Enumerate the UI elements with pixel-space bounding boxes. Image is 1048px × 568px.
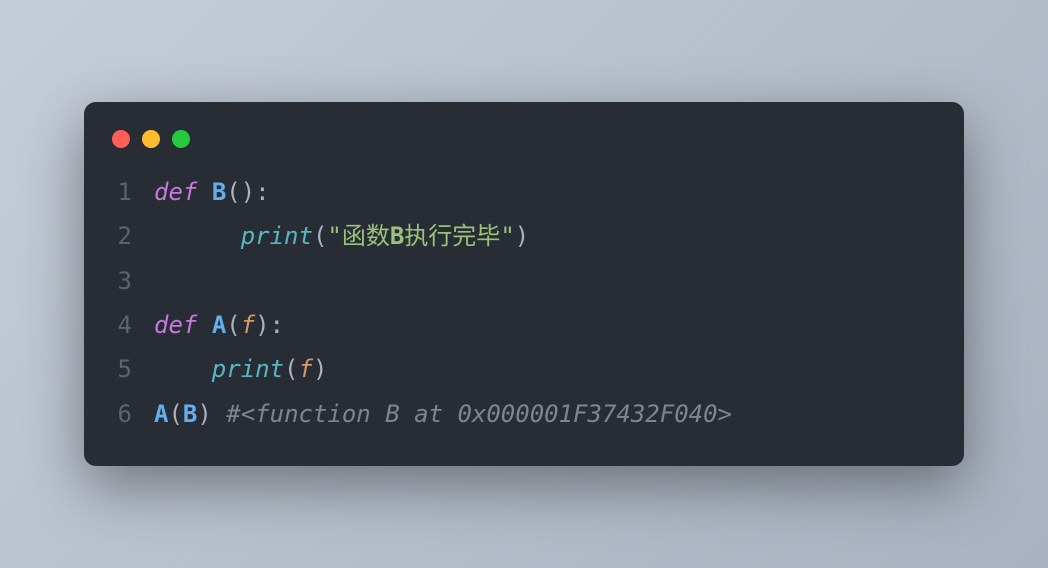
function-call-token: A <box>154 400 168 428</box>
code-content: def B(): <box>154 170 270 214</box>
builtin-token: print <box>241 222 313 250</box>
punctuation-token: ( <box>226 311 240 339</box>
line-number: 4 <box>112 303 154 347</box>
function-name-token: B <box>212 178 226 206</box>
string-token: " <box>327 222 341 250</box>
line-number: 2 <box>112 214 154 258</box>
minimize-icon[interactable] <box>142 130 160 148</box>
keyword-token: def <box>154 311 197 339</box>
close-icon[interactable] <box>112 130 130 148</box>
string-token: 执行完毕 <box>404 222 500 250</box>
code-content: def A(f): <box>154 303 284 347</box>
maximize-icon[interactable] <box>172 130 190 148</box>
line-number: 6 <box>112 392 154 436</box>
keyword-token: def <box>154 178 197 206</box>
window-titlebar <box>84 126 964 170</box>
string-token: B <box>390 222 404 250</box>
code-editor[interactable]: 1 def B(): 2 print("函数B执行完毕") 3 4 def A(… <box>84 170 964 436</box>
argument-token: B <box>183 400 197 428</box>
code-line: 4 def A(f): <box>112 303 936 347</box>
punctuation-token: ( <box>168 400 182 428</box>
code-line: 3 <box>112 259 936 303</box>
punctuation-token: ( <box>284 355 298 383</box>
builtin-token: print <box>212 355 284 383</box>
comment-token: #<function B at 0x000001F37432F040> <box>226 400 732 428</box>
punctuation-token: ) <box>515 222 529 250</box>
parameter-token: f <box>299 355 313 383</box>
code-line: 5 print(f) <box>112 347 936 391</box>
function-name-token: A <box>212 311 226 339</box>
code-line: 1 def B(): <box>112 170 936 214</box>
code-line: 2 print("函数B执行完毕") <box>112 214 936 258</box>
punctuation-token: ): <box>255 311 284 339</box>
punctuation-token: ) <box>313 355 327 383</box>
code-content: print("函数B执行完毕") <box>154 214 529 258</box>
punctuation-token: ) <box>197 400 211 428</box>
line-number: 5 <box>112 347 154 391</box>
code-content: print(f) <box>154 347 327 391</box>
line-number: 3 <box>112 259 154 303</box>
code-window: 1 def B(): 2 print("函数B执行完毕") 3 4 def A(… <box>84 102 964 466</box>
code-content: A(B) #<function B at 0x000001F37432F040> <box>154 392 732 436</box>
parameter-token: f <box>241 311 255 339</box>
line-number: 1 <box>112 170 154 214</box>
punctuation-token: ( <box>313 222 327 250</box>
code-line: 6 A(B) #<function B at 0x000001F37432F04… <box>112 392 936 436</box>
string-token: " <box>500 222 514 250</box>
punctuation-token: (): <box>226 178 269 206</box>
string-token: 函数 <box>342 222 390 250</box>
